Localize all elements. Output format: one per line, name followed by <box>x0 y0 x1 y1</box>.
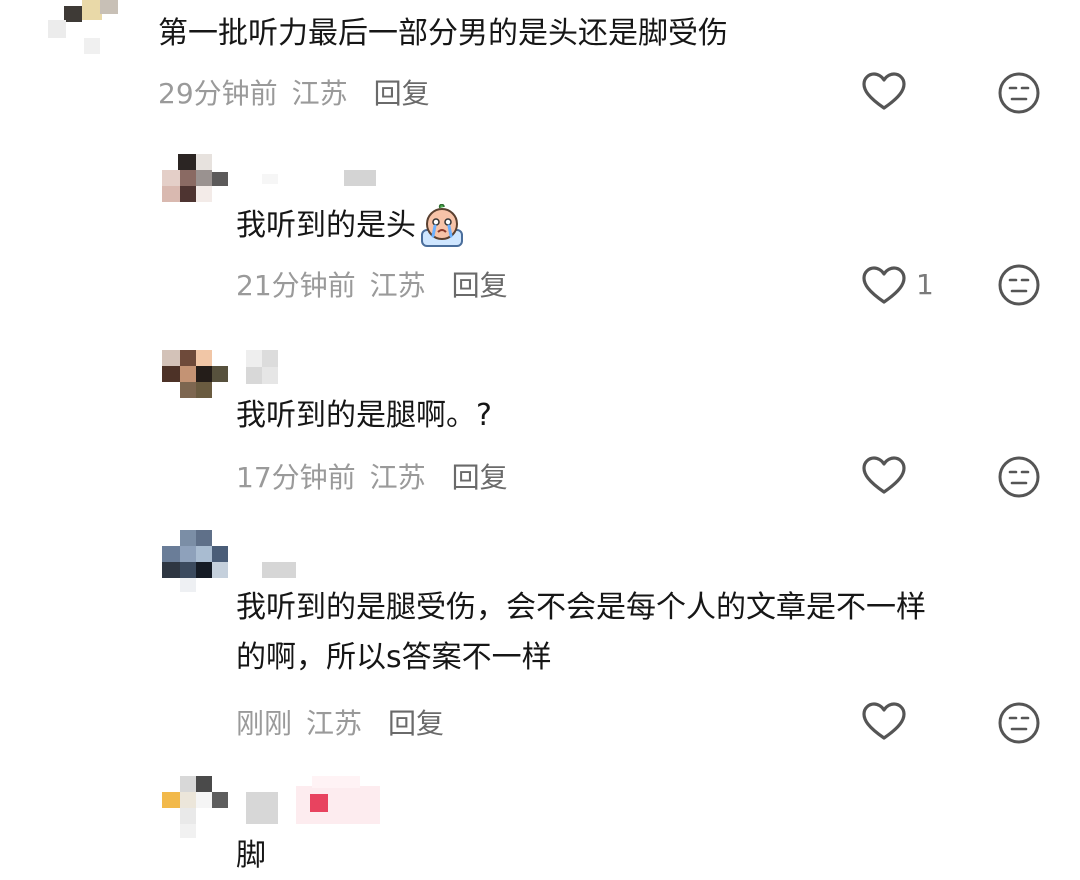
comment-text: 脚 <box>236 838 266 873</box>
avatar[interactable] <box>162 776 230 840</box>
comment-meta: 刚刚 江苏 回复 <box>236 702 444 742</box>
heart-outline-icon[interactable] <box>862 72 906 112</box>
comment-text-line: 的啊，所以s答案不一样 <box>236 640 552 675</box>
crying-face-emoji <box>418 203 466 248</box>
comment-text: 我听到的是头 <box>236 203 466 248</box>
comment-text-line: 我听到的是腿受伤，会不会是每个人的文章是不一样 <box>236 590 926 625</box>
username-blurred[interactable] <box>246 776 380 828</box>
comment-meta: 17分钟前 江苏 回复 <box>236 456 508 496</box>
comment-time: 29分钟前 <box>158 77 278 110</box>
comment-time: 刚刚 <box>236 707 293 740</box>
reply-button[interactable]: 回复 <box>452 461 508 494</box>
avatar[interactable] <box>48 0 118 56</box>
comment-location: 江苏 <box>369 269 426 302</box>
comment-location: 江苏 <box>291 77 348 110</box>
username-blurred[interactable] <box>262 562 296 578</box>
neutral-face-icon[interactable] <box>998 456 1040 498</box>
reply-button[interactable]: 回复 <box>388 707 444 740</box>
reply-button[interactable]: 回复 <box>374 77 430 110</box>
neutral-face-icon[interactable] <box>998 72 1040 114</box>
comment-time: 17分钟前 <box>236 461 356 494</box>
heart-outline-icon[interactable] <box>862 266 906 306</box>
comment-meta: 29分钟前 江苏 回复 <box>158 72 430 112</box>
reply-button[interactable]: 回复 <box>452 269 508 302</box>
username-blurred[interactable] <box>262 170 378 186</box>
avatar[interactable] <box>162 154 230 204</box>
neutral-face-icon[interactable] <box>998 264 1040 306</box>
heart-outline-icon[interactable] <box>862 456 906 496</box>
comment-location: 江苏 <box>369 461 426 494</box>
comment-meta: 21分钟前 江苏 回复 <box>236 264 508 304</box>
comment-text: 我听到的是腿受伤，会不会是每个人的文章是不一样 的啊，所以s答案不一样 <box>236 586 1036 680</box>
avatar[interactable] <box>162 530 230 594</box>
comment-location: 江苏 <box>306 707 363 740</box>
avatar[interactable] <box>162 350 230 400</box>
like-count: 1 <box>916 268 934 301</box>
neutral-face-icon[interactable] <box>998 702 1040 744</box>
username-blurred[interactable] <box>246 350 278 384</box>
heart-outline-icon[interactable] <box>862 702 906 742</box>
comment-time: 21分钟前 <box>236 269 356 302</box>
comment-text: 第一批听力最后一部分男的是头还是脚受伤 <box>158 16 728 51</box>
comment-text: 我听到的是腿啊。? <box>236 398 492 433</box>
